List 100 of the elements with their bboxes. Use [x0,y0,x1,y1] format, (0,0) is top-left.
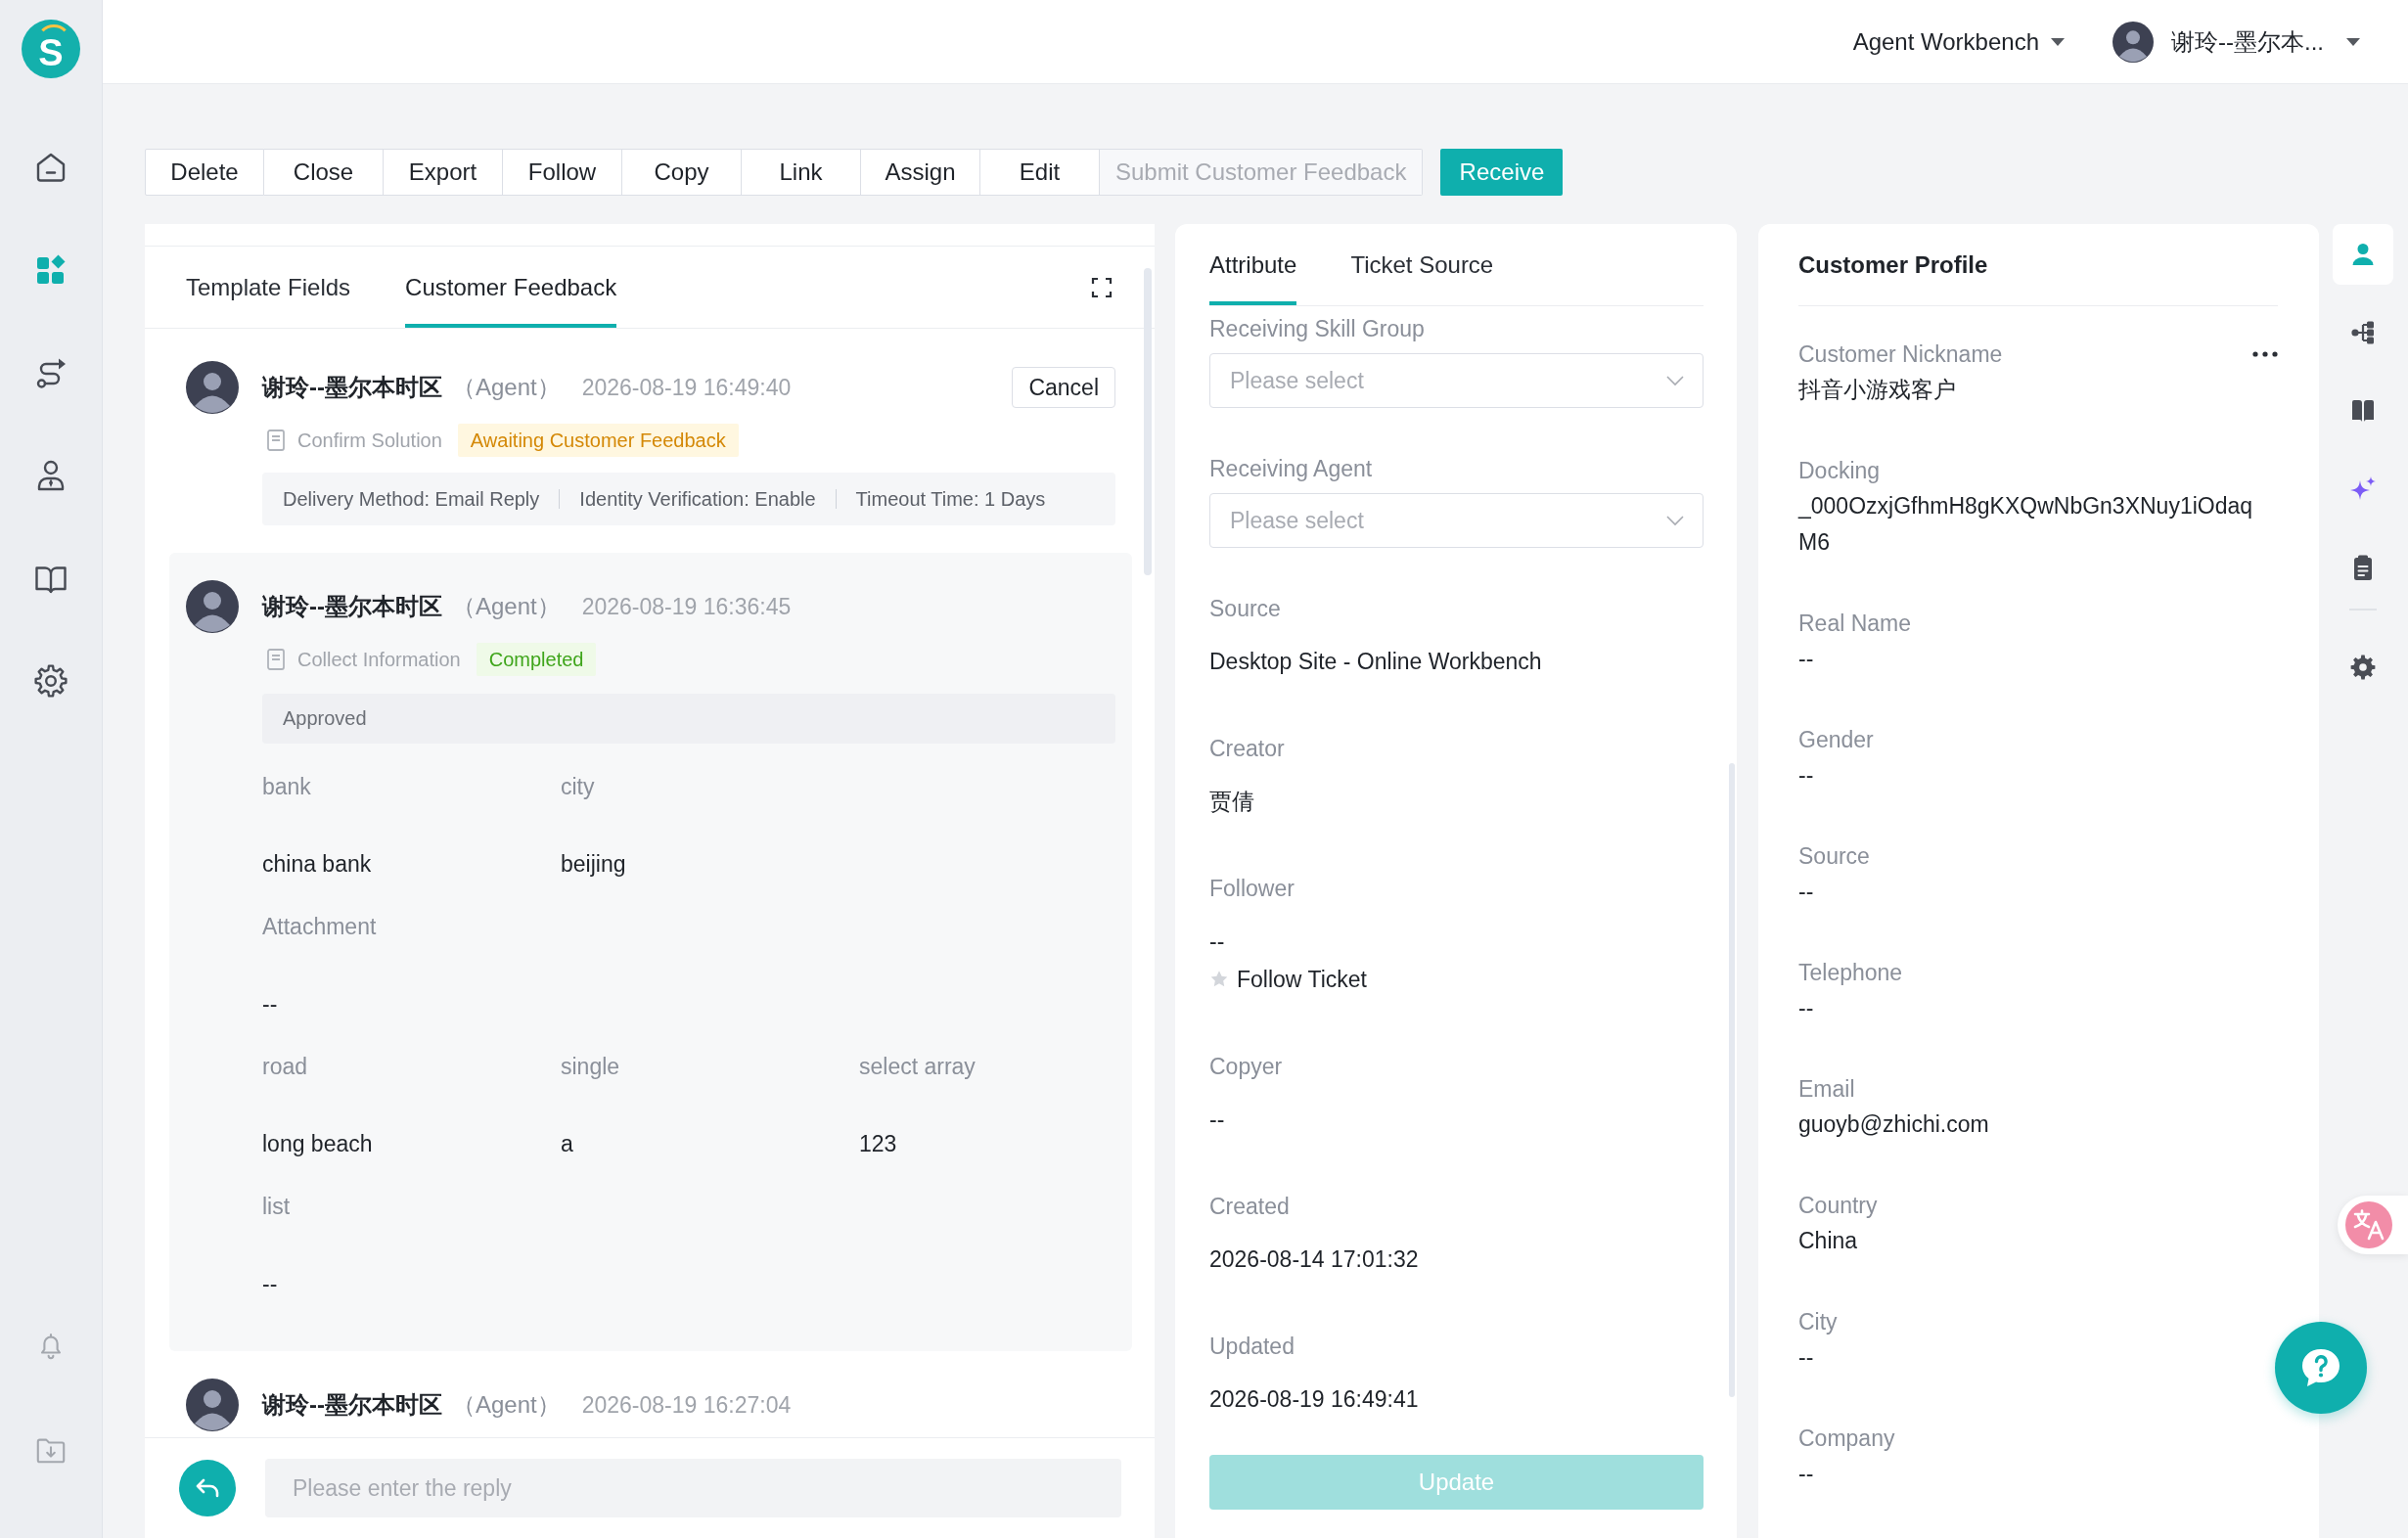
step-label: Confirm Solution [297,429,442,452]
scrollbar[interactable] [1144,268,1152,575]
help-button[interactable] [2275,1322,2367,1414]
timestamp: 2026-08-19 16:49:40 [581,374,792,401]
field-label: Telephone [1798,959,1903,987]
role-label: （Agent） [452,373,561,402]
avatar [186,580,239,633]
tab[interactable]: Ticket Source [1350,224,1494,305]
field-value: -- [1798,761,1815,790]
field-value: Desktop Site - Online Workbench [1209,648,1542,676]
field-label: Receiving Skill Group [1209,315,1425,343]
field-label: Created [1209,1193,1290,1221]
toolbar-button[interactable]: Copy [622,149,742,196]
field-value: -- [1209,927,1225,956]
reply-input[interactable]: Please enter the reply [265,1459,1121,1517]
field-label: Source [1798,842,1870,871]
field-value: -- [1209,1106,1225,1134]
hierarchy-icon [2349,319,2377,346]
field-label: Source [1209,595,1281,623]
step-label: Collect Information [297,648,461,671]
author-name: 谢玲--墨尔本时区 [262,592,442,621]
toolbar-button[interactable]: Follow [503,149,622,196]
caret-icon [2346,37,2360,46]
field-label: list [262,1193,291,1221]
cancel-button[interactable]: Cancel [1012,367,1115,408]
field-value: -- [1798,645,1815,673]
toolbar-button[interactable]: Edit [980,149,1100,196]
field-value: guoyb@zhichi.com [1798,1110,1990,1139]
field-value: 抖音小游戏客户 [1798,376,1957,404]
field-value: 贾倩 [1209,788,1254,816]
field-label: city [561,773,595,801]
chevron-down-icon [1665,375,1685,386]
field-value: -- [1798,1460,1815,1488]
timestamp: 2026-08-19 16:27:04 [581,1391,792,1419]
field-value: _000OzxjGfhmH8gKXQwNbGn3XNuy1iOdaqM6 [1798,492,2254,557]
role-label: （Agent） [452,592,561,621]
field-value: 2026-08-19 16:49:41 [1209,1385,1419,1414]
field-label: Attachment [262,913,377,941]
field-label: Creator [1209,735,1285,763]
field-label: Real Name [1798,610,1912,638]
timestamp: 2026-08-19 16:36:45 [581,593,792,620]
panel-title: Customer Profile [1798,250,1988,279]
field-value: a [561,1130,573,1158]
translate-icon [2345,1201,2392,1248]
more-icon[interactable] [2252,350,2278,358]
detail-text: Timeout Time: 1 Days [855,487,1046,511]
author-name: 谢玲--墨尔本时区 [262,1390,442,1420]
field-label: Company [1798,1425,1895,1453]
field-label: Copyer [1209,1053,1283,1081]
tab[interactable]: Customer Feedback [405,247,617,328]
author-name: 谢玲--墨尔本时区 [262,373,442,402]
detail-text: Delivery Method: Email Reply [283,487,540,511]
field-value: beijing [561,850,626,879]
field-label: select array [859,1053,976,1081]
field-label: Receiving Agent [1209,455,1373,483]
field-label: Docking [1798,457,1881,485]
workspace-dropdown[interactable]: Agent Workbench [1852,20,2065,64]
field-label: Gender [1798,726,1874,754]
chevron-down-icon [1665,515,1685,526]
document-icon [267,430,285,451]
follow-button[interactable]: Follow Ticket [1209,963,1367,996]
avatar [186,1379,239,1431]
field-value: -- [1798,878,1815,906]
field-label: road [262,1053,308,1081]
field-label: Follower [1209,875,1295,903]
settings-icon [2349,654,2377,681]
caret-icon [2051,37,2065,46]
field-label: single [561,1053,620,1081]
avatar [186,361,239,414]
field-label: Updated [1209,1333,1295,1361]
field-value: china bank [262,850,372,879]
toolbar-button[interactable]: Close [264,149,384,196]
detail-text: Identity Verification: Enable [579,487,816,511]
field-value: -- [1798,994,1815,1022]
avatar [2113,21,2154,63]
user-menu[interactable]: 谢玲--墨尔本... [2113,20,2360,64]
review-note: Approved [262,694,1115,744]
field-label: Country [1798,1192,1878,1220]
toolbar-button[interactable]: Delete [145,149,264,196]
status-badge: Awaiting Customer Feedback [457,424,739,457]
field-value: 123 [859,1130,897,1158]
status-badge: Completed [476,643,597,676]
field-value: 2026-08-14 17:01:32 [1209,1245,1419,1274]
toolbar-button[interactable]: Export [384,149,503,196]
reply-button[interactable] [179,1460,236,1516]
field-label: bank [262,773,311,801]
field-value: China [1798,1227,1859,1255]
fullscreen-icon[interactable] [1090,275,1113,299]
field-value: -- [1798,1343,1815,1372]
settings-icon[interactable] [33,662,68,699]
scrollbar[interactable] [1729,763,1735,1397]
tab[interactable]: Template Fields [186,247,351,328]
field-label: Customer Nickname [1798,340,2003,369]
field-value: -- [262,990,278,1018]
toolbar-button[interactable]: Assign [861,149,980,196]
tab[interactable]: Attribute [1209,224,1297,305]
field-value: -- [262,1270,278,1298]
field-label: Email [1798,1075,1855,1104]
toolbar-button[interactable]: Link [742,149,861,196]
field-value: long beach [262,1130,373,1158]
